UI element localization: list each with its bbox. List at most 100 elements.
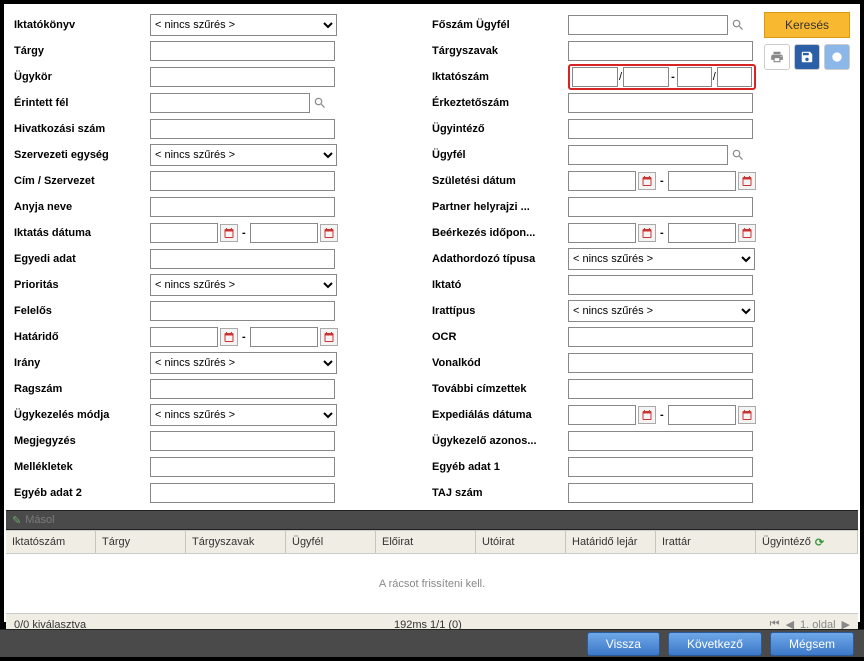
iktatas-from-input[interactable] <box>150 223 218 243</box>
ugykor-input[interactable] <box>150 67 335 87</box>
hatarido-from-input[interactable] <box>150 327 218 347</box>
range-dash: - <box>660 175 664 187</box>
targy-input[interactable] <box>150 41 335 61</box>
erkeztetoszam-input[interactable] <box>568 93 753 113</box>
megjegyzes-input[interactable] <box>150 431 335 451</box>
label-irattipus: Irattípus <box>432 305 568 317</box>
iktato-input[interactable] <box>568 275 753 295</box>
tovabbi-cimzettek-input[interactable] <box>568 379 753 399</box>
form-left-column: Iktatókönyv< nincs szűrés > Tárgy Ügykör… <box>14 12 424 506</box>
iktatokonyv-select[interactable]: < nincs szűrés > <box>150 14 337 36</box>
lookup-icon[interactable] <box>730 147 746 163</box>
partner-helyrajzi-input[interactable] <box>568 197 753 217</box>
beerkezes-to-input[interactable] <box>668 223 736 243</box>
adathordozo-select[interactable]: < nincs szűrés > <box>568 248 755 270</box>
hatarido-to-input[interactable] <box>250 327 318 347</box>
back-button[interactable]: Vissza <box>587 632 660 656</box>
iktatoszam-part3-input[interactable] <box>677 67 712 87</box>
label-hatarido: Határidő <box>14 331 150 343</box>
targyszavak-input[interactable] <box>568 41 753 61</box>
calendar-icon[interactable] <box>220 224 238 242</box>
icon-toolbar <box>764 44 850 70</box>
irany-select[interactable]: < nincs szűrés > <box>150 352 337 374</box>
refresh-icon[interactable]: ⟳ <box>815 536 824 549</box>
szervezeti-select[interactable]: < nincs szűrés > <box>150 144 337 166</box>
label-ugyfel: Ügyfél <box>432 149 568 161</box>
calendar-icon[interactable] <box>738 224 756 242</box>
next-button[interactable]: Következő <box>668 632 762 656</box>
col-utoirat[interactable]: Utóirat <box>476 531 566 553</box>
col-iktatoszam[interactable]: Iktatószám <box>6 531 96 553</box>
col-targy[interactable]: Tárgy <box>96 531 186 553</box>
iktatas-to-input[interactable] <box>250 223 318 243</box>
ugykezeles-modja-select[interactable]: < nincs szűrés > <box>150 404 337 426</box>
cim-input[interactable] <box>150 171 335 191</box>
search-button[interactable]: Keresés <box>764 12 850 38</box>
bottom-action-bar: Vissza Következő Mégsem <box>0 629 864 657</box>
egyedi-adat-input[interactable] <box>150 249 335 269</box>
settings-circle-icon[interactable] <box>824 44 850 70</box>
iktatoszam-part4-input[interactable] <box>717 67 752 87</box>
copy-icon: ✎ <box>12 514 21 527</box>
beerkezes-from-input[interactable] <box>568 223 636 243</box>
iktatoszam-part1-input[interactable] <box>572 67 618 87</box>
taj-szam-input[interactable] <box>568 483 753 503</box>
erintett-input[interactable] <box>150 93 310 113</box>
col-ugyfel[interactable]: Ügyfél <box>286 531 376 553</box>
calendar-icon[interactable] <box>738 406 756 424</box>
label-vonalkod: Vonalkód <box>432 357 568 369</box>
calendar-icon[interactable] <box>638 406 656 424</box>
col-irattar[interactable]: Irattár <box>656 531 756 553</box>
calendar-icon[interactable] <box>738 172 756 190</box>
label-erintett: Érintett fél <box>14 97 150 109</box>
save-icon[interactable] <box>794 44 820 70</box>
ugyfel-input[interactable] <box>568 145 728 165</box>
grid-toolbar: ✎ Másol <box>6 510 858 530</box>
lookup-icon[interactable] <box>730 17 746 33</box>
expedialas-to-input[interactable] <box>668 405 736 425</box>
iktatoszam-highlight: /-/ <box>568 64 756 90</box>
print-icon[interactable] <box>764 44 790 70</box>
anyja-input[interactable] <box>150 197 335 217</box>
ugyintezo-input[interactable] <box>568 119 753 139</box>
label-targyszavak: Tárgyszavak <box>432 45 568 57</box>
label-iktato: Iktató <box>432 279 568 291</box>
irattipus-select[interactable]: < nincs szűrés > <box>568 300 755 322</box>
label-tovabbi-cimzettek: További címzettek <box>432 383 568 395</box>
cancel-button[interactable]: Mégsem <box>770 632 854 656</box>
vonalkod-input[interactable] <box>568 353 753 373</box>
label-egyedi-adat: Egyedi adat <box>14 253 150 265</box>
lookup-icon[interactable] <box>312 95 328 111</box>
col-targyszavak[interactable]: Tárgyszavak <box>186 531 286 553</box>
col-eloirat[interactable]: Előirat <box>376 531 476 553</box>
calendar-icon[interactable] <box>320 224 338 242</box>
foszam-ugyfel-input[interactable] <box>568 15 728 35</box>
label-szervezeti: Szervezeti egység <box>14 149 150 161</box>
felelos-input[interactable] <box>150 301 335 321</box>
label-egyeb-adat1: Egyéb adat 1 <box>432 461 568 473</box>
col-ugyintezo[interactable]: Ügyintéző⟳ <box>756 531 858 553</box>
expedialas-from-input[interactable] <box>568 405 636 425</box>
prioritas-select[interactable]: < nincs szűrés > <box>150 274 337 296</box>
szuletesi-to-input[interactable] <box>668 171 736 191</box>
hivatkozasi-input[interactable] <box>150 119 335 139</box>
calendar-icon[interactable] <box>638 224 656 242</box>
label-erkeztetoszam: Érkeztetőszám <box>432 97 568 109</box>
egyeb-adat1-input[interactable] <box>568 457 753 477</box>
col-hatarido-lejar[interactable]: Határidő lejár <box>566 531 656 553</box>
iktatoszam-part2-input[interactable] <box>623 67 669 87</box>
ugykezelo-azonos-input[interactable] <box>568 431 753 451</box>
calendar-icon[interactable] <box>638 172 656 190</box>
ragszam-input[interactable] <box>150 379 335 399</box>
egyeb-adat2-input[interactable] <box>150 483 335 503</box>
label-felelos: Felelős <box>14 305 150 317</box>
range-dash: - <box>660 409 664 421</box>
mellekletek-input[interactable] <box>150 457 335 477</box>
calendar-icon[interactable] <box>320 328 338 346</box>
label-cim: Cím / Szervezet <box>14 175 150 187</box>
calendar-icon[interactable] <box>220 328 238 346</box>
ocr-input[interactable] <box>568 327 753 347</box>
szuletesi-from-input[interactable] <box>568 171 636 191</box>
label-beerkezes: Beérkezés időpon... <box>432 227 568 239</box>
label-ugykezeles-modja: Ügykezelés módja <box>14 409 150 421</box>
